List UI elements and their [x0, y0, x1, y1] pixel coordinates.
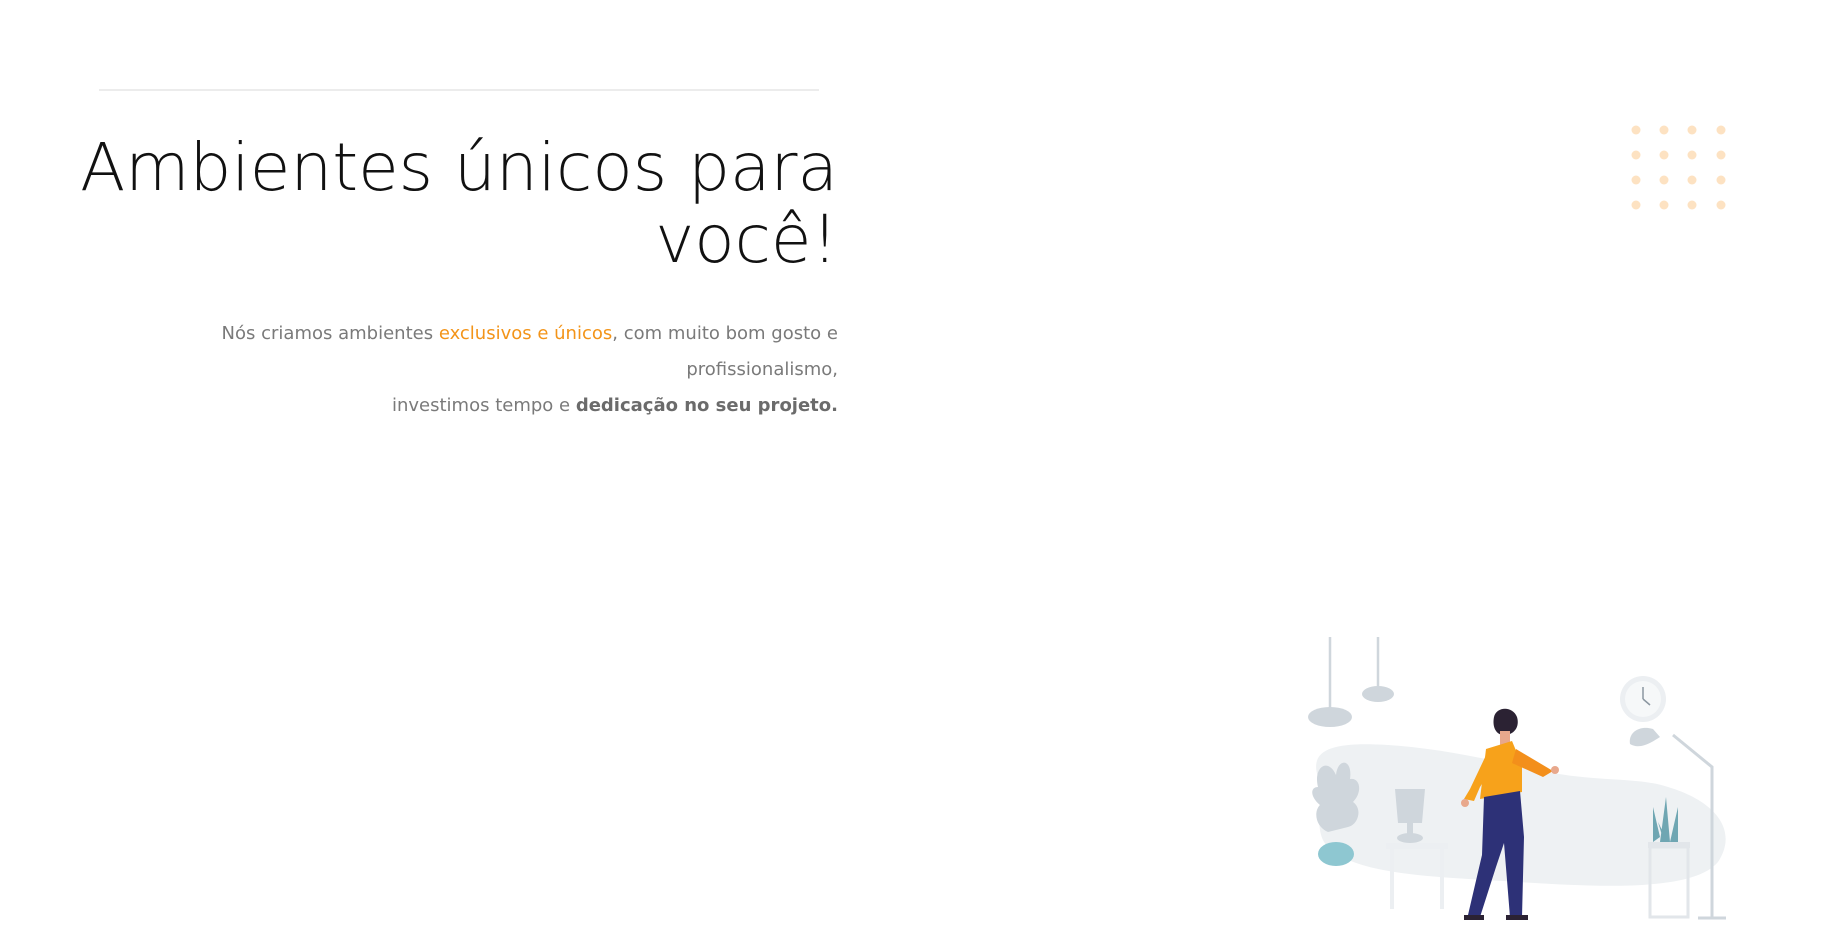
clock-icon — [1620, 676, 1666, 722]
divider-line — [99, 89, 819, 91]
hero-title-line2: você! — [655, 201, 838, 278]
dot-grid-icon — [1631, 125, 1726, 210]
hero-text-part3: investimos tempo e — [391, 395, 576, 416]
hero-text-strong: dedicação no seu projeto. — [575, 395, 838, 416]
ceiling-lamp-icon — [1308, 637, 1394, 727]
hero-text-part2: , com muito bom gosto e profissionalismo… — [612, 323, 838, 380]
hero-text-part1: Nós criamos ambientes — [221, 323, 439, 344]
hero-description: Nós criamos ambientes exclusivos e único… — [78, 316, 838, 424]
living-room-illustration — [1308, 637, 1726, 920]
hero-title: Ambientes únicos para você! — [78, 132, 838, 276]
hero-title-line1: Ambientes únicos para — [80, 129, 838, 206]
page: Ambientes únicos para você! Nós criamos … — [0, 0, 1848, 929]
hero-text-accent: exclusivos e únicos — [438, 323, 613, 344]
